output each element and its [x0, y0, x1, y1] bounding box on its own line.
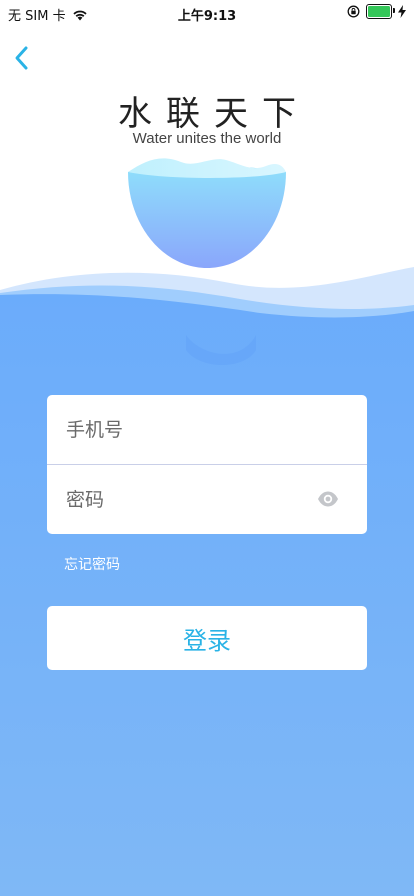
eye-icon[interactable]	[317, 489, 339, 509]
logo-title: 水联天下	[118, 94, 310, 134]
orientation-lock-icon	[347, 5, 360, 18]
password-field-row	[47, 465, 367, 534]
battery-fill	[368, 6, 390, 17]
bowl-body	[128, 166, 286, 268]
forgot-password-link[interactable]: 忘记密码	[64, 554, 120, 574]
bowl-wave	[128, 158, 286, 178]
main-wave	[0, 294, 414, 896]
phone-field-row	[47, 395, 367, 465]
battery-icon	[366, 4, 395, 19]
water-bowl-logo	[128, 158, 286, 268]
login-screen: 无 SIM 卡 上午9:13 水联天下 Water unites the wor…	[0, 0, 414, 896]
login-button[interactable]: 登录	[47, 606, 367, 670]
phone-input[interactable]	[64, 417, 308, 442]
back-button[interactable]	[8, 40, 38, 76]
background-waves	[0, 267, 414, 896]
logo-subtitle: Water unites the world	[132, 130, 282, 147]
charging-bolt-icon	[398, 5, 406, 18]
status-right	[347, 4, 406, 19]
login-form-card	[47, 395, 367, 534]
password-input[interactable]	[64, 487, 308, 512]
status-bar: 无 SIM 卡 上午9:13	[0, 0, 414, 26]
chevron-left-icon	[15, 46, 28, 70]
